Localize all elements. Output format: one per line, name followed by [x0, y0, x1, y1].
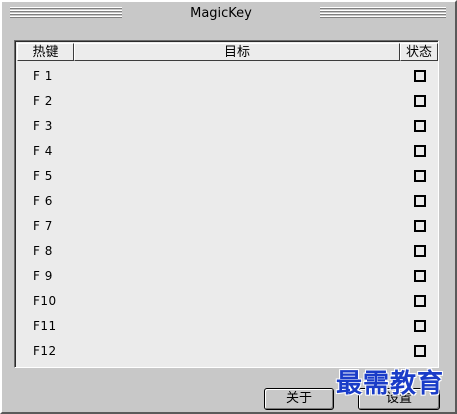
title-grip-left	[10, 7, 122, 18]
hotkey-label: F 8	[33, 244, 53, 258]
status-checkbox[interactable]	[414, 345, 426, 357]
window-title: MagicKey	[190, 6, 252, 21]
table-row[interactable]: F 4	[17, 139, 438, 164]
table-row[interactable]: F 6	[17, 189, 438, 214]
table-row[interactable]: F 8	[17, 239, 438, 264]
status-checkbox[interactable]	[414, 120, 426, 132]
status-checkbox[interactable]	[414, 145, 426, 157]
list-header: 热键 目标 状态	[17, 43, 438, 61]
list-rows: F 1 F 2 F 3 F 4 F 5 F 6 F 7 F 8 F 9 F10 F11 F12	[17, 64, 438, 364]
hotkey-label: F 2	[33, 94, 53, 108]
hotkey-label: F 1	[33, 69, 53, 83]
table-row[interactable]: F 3	[17, 114, 438, 139]
status-checkbox[interactable]	[414, 170, 426, 182]
hotkey-label: F 4	[33, 144, 53, 158]
about-button[interactable]: 关于	[264, 388, 334, 410]
status-checkbox[interactable]	[414, 95, 426, 107]
hotkey-label: F11	[33, 319, 57, 333]
status-checkbox[interactable]	[414, 270, 426, 282]
hotkey-list: 热键 目标 状态 F 1F 2F 3F 4F 5F 6F 7F 8F 9 F10 F…	[14, 40, 439, 368]
status-checkbox[interactable]	[414, 295, 426, 307]
table-row[interactable]: F12	[17, 339, 438, 364]
hotkey-label: F 6	[33, 194, 53, 208]
hotkey-label: F 5	[33, 169, 53, 183]
table-row[interactable]: F11	[17, 314, 438, 339]
status-checkbox[interactable]	[414, 320, 426, 332]
hotkey-label: F12	[33, 344, 57, 358]
table-row[interactable]: F 9	[17, 264, 438, 289]
hotkey-label: F 9	[33, 269, 53, 283]
hotkey-label: F10	[33, 294, 57, 308]
status-checkbox[interactable]	[414, 195, 426, 207]
table-row[interactable]: F10	[17, 289, 438, 314]
table-row[interactable]: F 7	[17, 214, 438, 239]
column-header-key[interactable]: 热键	[17, 43, 74, 61]
magickey-window: MagicKey 热键 目标 状态 F 1F 2F 3F 4F 5F 6F 7F…	[0, 0, 457, 414]
watermark-logo: 最需教育	[336, 369, 445, 399]
title-grip-right	[320, 7, 446, 18]
status-checkbox[interactable]	[414, 245, 426, 257]
status-checkbox[interactable]	[414, 70, 426, 82]
hotkey-label: F 7	[33, 219, 53, 233]
status-checkbox[interactable]	[414, 220, 426, 232]
column-header-status[interactable]: 状态	[400, 43, 438, 61]
table-row[interactable]: F 1	[17, 64, 438, 89]
hotkey-label: F 3	[33, 119, 53, 133]
title-bar[interactable]: MagicKey	[2, 2, 455, 26]
table-row[interactable]: F 2	[17, 89, 438, 114]
column-header-target[interactable]: 目标	[74, 43, 400, 61]
table-row[interactable]: F 5	[17, 164, 438, 189]
